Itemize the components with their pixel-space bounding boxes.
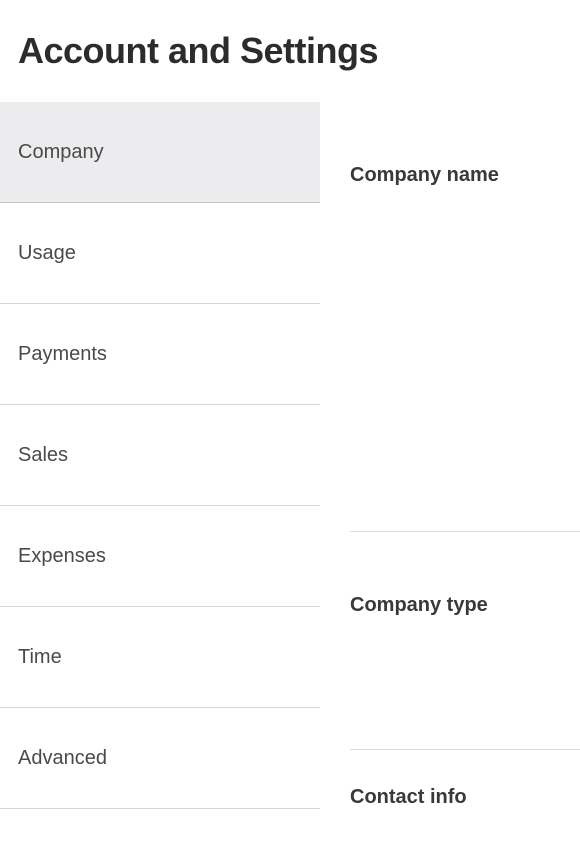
sidebar-item-label: Sales [18, 444, 68, 467]
sidebar-item-label: Company [18, 141, 104, 164]
section-title: Company name [350, 102, 580, 187]
sidebar-item-sales[interactable]: Sales [0, 405, 320, 506]
sidebar-item-label: Time [18, 646, 62, 669]
sidebar-item-payments[interactable]: Payments [0, 304, 320, 405]
sidebar-item-label: Expenses [18, 545, 106, 568]
page-title: Account and Settings [0, 0, 580, 102]
sidebar-item-company[interactable]: Company [0, 102, 320, 203]
section-title: Contact info [350, 786, 580, 809]
section-title: Company type [350, 532, 580, 617]
sidebar-item-expenses[interactable]: Expenses [0, 506, 320, 607]
layout: Company Usage Payments Sales Expenses Ti… [0, 102, 580, 842]
sidebar-item-advanced[interactable]: Advanced [0, 708, 320, 809]
sidebar-item-label: Usage [18, 242, 76, 265]
section-contact-info[interactable]: Contact info [350, 750, 580, 809]
sidebar: Company Usage Payments Sales Expenses Ti… [0, 102, 320, 842]
section-company-name[interactable]: Company name [350, 102, 580, 532]
content: Company name Company type Contact info [320, 102, 580, 842]
sidebar-item-label: Payments [18, 343, 107, 366]
section-company-type[interactable]: Company type [350, 532, 580, 750]
sidebar-item-usage[interactable]: Usage [0, 203, 320, 304]
sidebar-item-time[interactable]: Time [0, 607, 320, 708]
sidebar-item-label: Advanced [18, 747, 107, 770]
